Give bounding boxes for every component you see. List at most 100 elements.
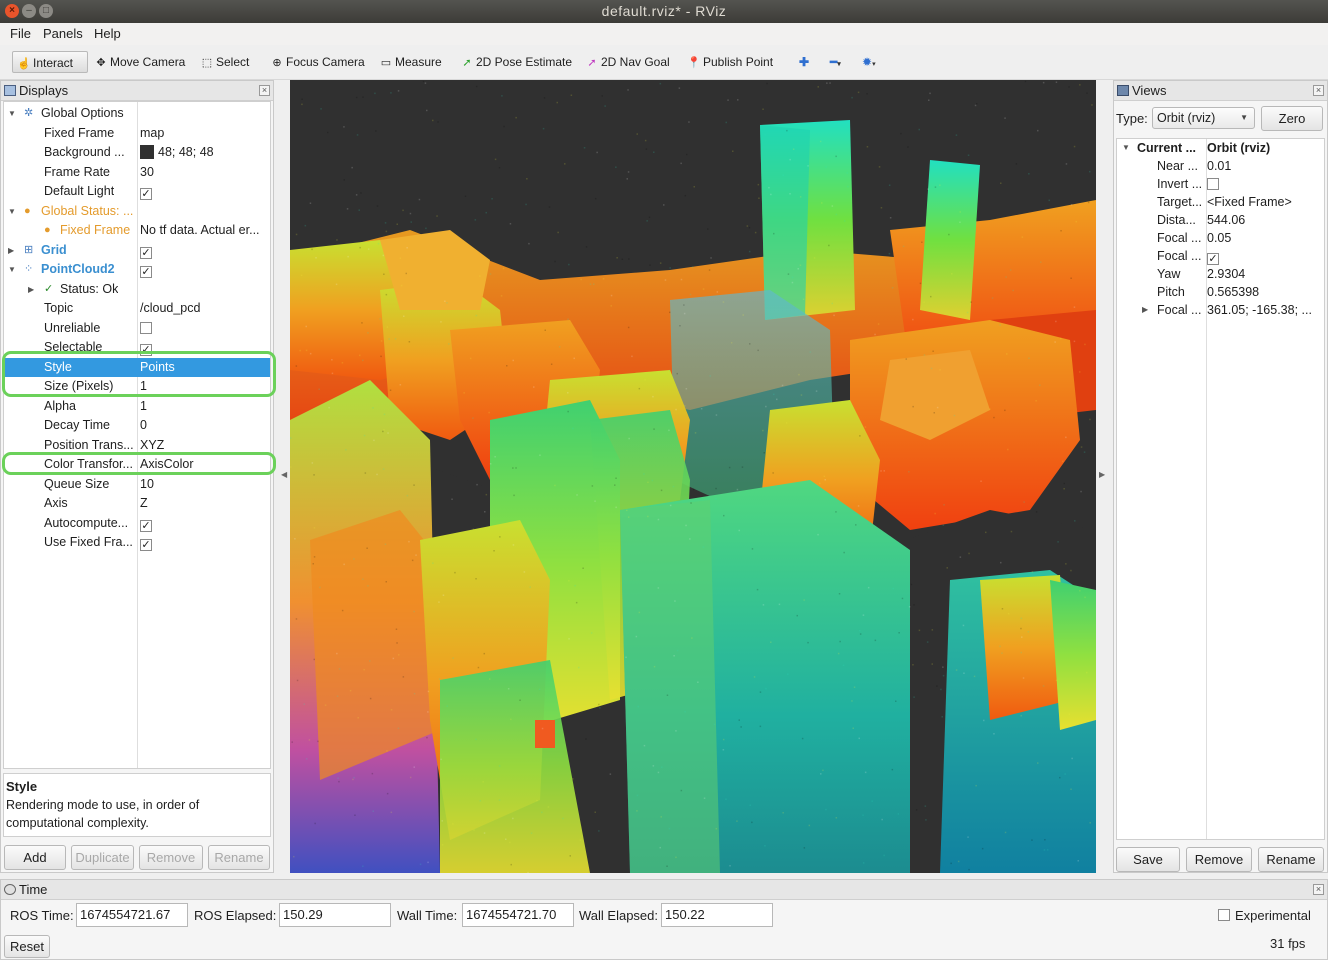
tree-row-autocompute[interactable]: Autocompute... ✓ bbox=[4, 514, 270, 534]
check-icon: ✓ bbox=[44, 282, 54, 295]
collapse-right-icon[interactable]: ▶ bbox=[1099, 470, 1105, 479]
tree-row-default-light[interactable]: Default Light ✓ bbox=[4, 182, 270, 202]
use-fixed-frame-checkbox[interactable]: ✓ bbox=[140, 539, 152, 551]
move-camera-tool-button[interactable]: ✥ Move Camera bbox=[90, 51, 185, 73]
experimental-label: Experimental bbox=[1235, 908, 1311, 923]
interact-tool-button[interactable]: ☝ Interact bbox=[12, 51, 88, 73]
unreliable-checkbox[interactable] bbox=[140, 321, 152, 334]
nav-goal-tool-button[interactable]: ➚ 2D Nav Goal bbox=[581, 51, 669, 73]
view-row-focal-point[interactable]: ▶ Focal ... 361.05; -165.38; ... bbox=[1117, 301, 1324, 319]
warning-icon: ● bbox=[44, 224, 51, 236]
select-tool-button[interactable]: ⬚ Select bbox=[196, 51, 250, 73]
pointcloud-icon: ⁘ bbox=[24, 263, 34, 275]
view-row-invert-z[interactable]: Invert ... bbox=[1117, 175, 1324, 193]
tree-row-status-ok[interactable]: ▶ ✓ Status: Ok bbox=[4, 280, 270, 300]
rename-display-button[interactable]: Rename bbox=[208, 845, 270, 870]
ros-elapsed-field[interactable]: 150.29 bbox=[279, 903, 391, 927]
description-text: Rendering mode to use, in order of compu… bbox=[6, 798, 200, 830]
nav-goal-icon: ➚ bbox=[587, 57, 597, 69]
save-view-button[interactable]: Save bbox=[1116, 847, 1180, 872]
gear-icon: ✲ bbox=[24, 107, 34, 119]
tree-row-global-options[interactable]: ▼ ✲ Global Options bbox=[4, 104, 270, 124]
render-viewport[interactable] bbox=[290, 80, 1096, 873]
wall-time-label: Wall Time: bbox=[397, 908, 458, 923]
displays-title: Displays bbox=[19, 83, 69, 98]
tree-row-decay-time[interactable]: Decay Time 0 bbox=[4, 416, 270, 436]
tree-row-frame-rate[interactable]: Frame Rate 30 bbox=[4, 163, 270, 183]
time-panel-header: Time × bbox=[1, 880, 1327, 900]
remove-display-button[interactable]: Remove bbox=[139, 845, 203, 870]
monitor-icon bbox=[4, 85, 16, 96]
view-row-near-clip[interactable]: Near ... 0.01 bbox=[1117, 157, 1324, 175]
tree-row-axis[interactable]: Axis Z bbox=[4, 494, 270, 514]
experimental-checkbox[interactable] bbox=[1218, 909, 1230, 921]
default-light-checkbox[interactable]: ✓ bbox=[140, 188, 152, 200]
tree-row-status-fixed-frame[interactable]: ● Fixed Frame No tf data. Actual er... bbox=[4, 221, 270, 241]
tree-row-topic[interactable]: Topic /cloud_pcd bbox=[4, 299, 270, 319]
fps-readout: 31 fps bbox=[1270, 936, 1306, 951]
camera-type-icon[interactable]: ✹▾ bbox=[858, 51, 876, 73]
panel-close-icon[interactable]: × bbox=[1313, 884, 1324, 895]
zoom-out-icon[interactable]: ━▾ bbox=[826, 51, 841, 73]
panel-close-icon[interactable]: × bbox=[259, 85, 270, 96]
grid-checkbox[interactable]: ✓ bbox=[140, 246, 152, 259]
interact-icon: ☝ bbox=[17, 58, 31, 70]
publish-point-tool-button[interactable]: 📍 Publish Point bbox=[683, 51, 773, 73]
view-row-current[interactable]: ▼ Current ... Orbit (rviz) bbox=[1117, 139, 1324, 157]
view-row-pitch[interactable]: Pitch 0.565398 bbox=[1117, 283, 1324, 301]
views-tree: ▼ Current ... Orbit (rviz) Near ... 0.01… bbox=[1116, 138, 1325, 840]
tree-row-background[interactable]: Background ... 48; 48; 48 bbox=[4, 143, 270, 163]
menu-help[interactable]: Help bbox=[94, 26, 121, 41]
view-type-select[interactable]: Orbit (rviz) ▼ bbox=[1152, 107, 1255, 129]
views-title: Views bbox=[1132, 83, 1167, 98]
tree-row-unreliable[interactable]: Unreliable bbox=[4, 319, 270, 339]
ros-time-field[interactable]: 1674554721.67 bbox=[76, 903, 188, 927]
tree-row-alpha[interactable]: Alpha 1 bbox=[4, 397, 270, 417]
view-row-target-frame[interactable]: Target... <Fixed Frame> bbox=[1117, 193, 1324, 211]
view-row-focal-shape-fixed[interactable]: Focal ... ✓ bbox=[1117, 247, 1324, 265]
zoom-in-icon[interactable]: ✚ bbox=[795, 51, 809, 73]
focal-shape-checkbox[interactable]: ✓ bbox=[1207, 253, 1219, 265]
grid-icon: ⊞ bbox=[24, 243, 34, 256]
focus-camera-tool-button[interactable]: ⊕ Focus Camera bbox=[266, 51, 364, 73]
autocompute-checkbox[interactable]: ✓ bbox=[140, 519, 152, 532]
menu-panels[interactable]: Panels bbox=[43, 26, 83, 41]
publish-point-icon: 📍 bbox=[687, 57, 701, 69]
tree-row-global-status[interactable]: ▼ ● Global Status: ... bbox=[4, 202, 270, 222]
color-swatch[interactable] bbox=[140, 145, 154, 159]
tree-row-fixed-frame[interactable]: Fixed Frame map bbox=[4, 124, 270, 144]
view-row-focal-shape-size[interactable]: Focal ... 0.05 bbox=[1117, 229, 1324, 247]
select-icon: ⬚ bbox=[201, 57, 213, 69]
menu-bar: File Panels Help bbox=[0, 23, 1328, 45]
time-title: Time bbox=[19, 882, 48, 897]
camera-icon bbox=[1117, 85, 1129, 96]
remove-view-button[interactable]: Remove bbox=[1186, 847, 1252, 872]
chevron-down-icon: ▼ bbox=[1240, 113, 1248, 122]
focus-camera-icon: ⊕ bbox=[272, 57, 282, 69]
view-row-yaw[interactable]: Yaw 2.9304 bbox=[1117, 265, 1324, 283]
panel-close-icon[interactable]: × bbox=[1313, 85, 1324, 96]
measure-tool-button[interactable]: ▭ Measure bbox=[375, 51, 442, 73]
rename-view-button[interactable]: Rename bbox=[1258, 847, 1324, 872]
duplicate-display-button[interactable]: Duplicate bbox=[71, 845, 134, 870]
add-display-button[interactable]: Add bbox=[4, 845, 66, 870]
invert-z-checkbox[interactable] bbox=[1207, 178, 1219, 190]
view-row-distance[interactable]: Dista... 544.06 bbox=[1117, 211, 1324, 229]
description-title: Style bbox=[6, 779, 38, 794]
property-description: Style Rendering mode to use, in order of… bbox=[3, 773, 271, 837]
wall-elapsed-field[interactable]: 150.22 bbox=[661, 903, 773, 927]
reset-button[interactable]: Reset bbox=[4, 935, 50, 958]
pose-estimate-icon: ➚ bbox=[462, 57, 472, 69]
collapse-left-icon[interactable]: ◀ bbox=[281, 470, 287, 479]
ros-elapsed-label: ROS Elapsed: bbox=[194, 908, 277, 923]
tree-row-use-fixed-frame[interactable]: Use Fixed Fra... ✓ bbox=[4, 533, 270, 553]
tree-row-pointcloud2[interactable]: ▼ ⁘ PointCloud2 ✓ bbox=[4, 260, 270, 280]
tree-row-queue-size[interactable]: Queue Size 10 bbox=[4, 475, 270, 495]
menu-file[interactable]: File bbox=[10, 26, 31, 41]
pointcloud2-checkbox[interactable]: ✓ bbox=[140, 266, 152, 278]
pose-estimate-tool-button[interactable]: ➚ 2D Pose Estimate bbox=[456, 51, 572, 73]
zero-view-button[interactable]: Zero bbox=[1261, 106, 1323, 131]
tree-row-grid[interactable]: ▶ ⊞ Grid ✓ bbox=[4, 241, 270, 261]
clock-icon bbox=[4, 884, 16, 895]
wall-time-field[interactable]: 1674554721.70 bbox=[462, 903, 574, 927]
